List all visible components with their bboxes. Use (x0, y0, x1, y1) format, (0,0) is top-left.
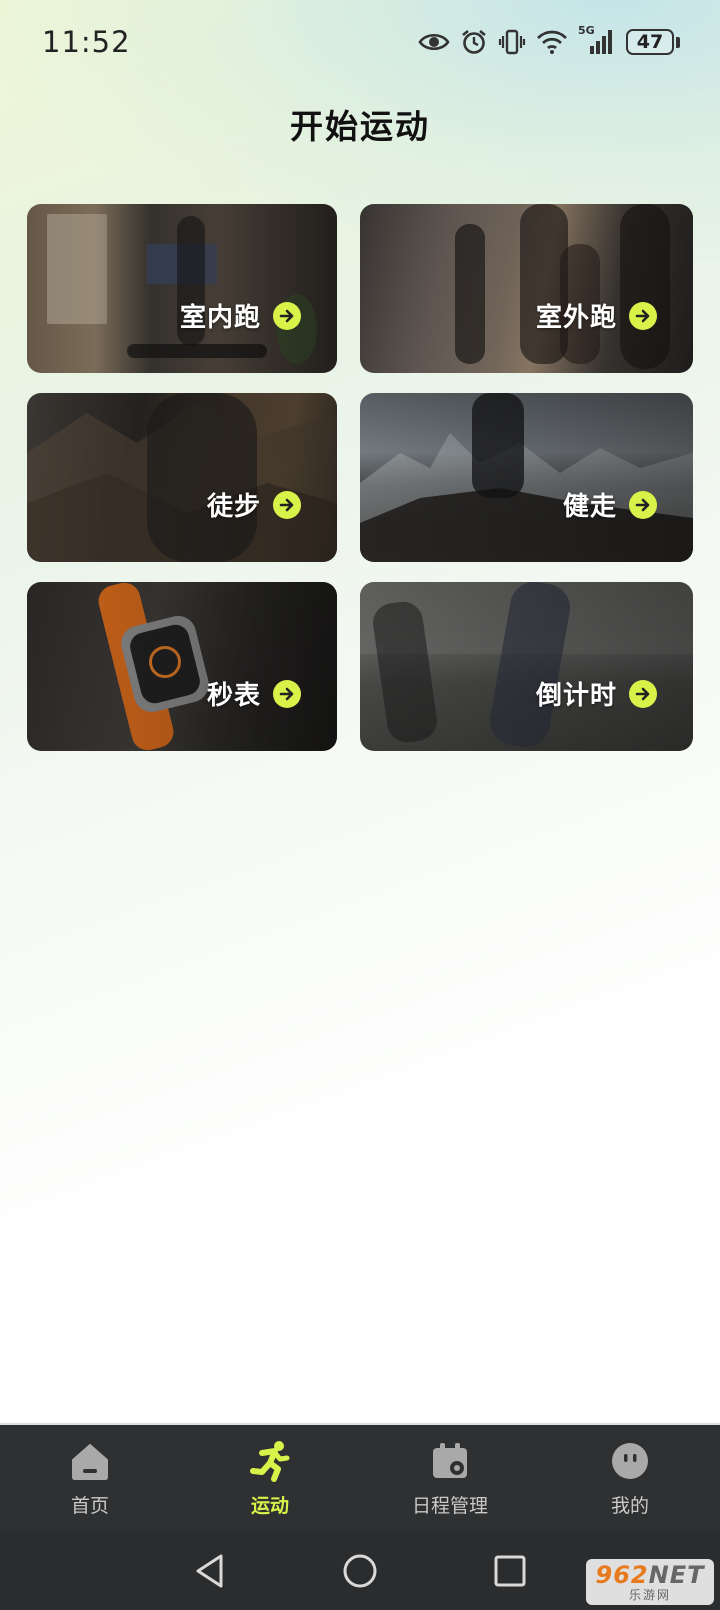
nav-item-mine[interactable]: 我的 (540, 1425, 720, 1531)
nav-label: 日程管理 (411, 1495, 488, 1517)
eye-icon (418, 33, 450, 51)
back-triangle-icon (196, 1554, 223, 1587)
arrow-right-icon (273, 301, 301, 330)
cellular-signal-icon: 5G (578, 24, 616, 56)
nav-item-home[interactable]: 首页 (0, 1425, 180, 1531)
arrow-right-icon (629, 490, 657, 519)
card-label: 倒计时 (535, 681, 617, 711)
card-brisk-walk[interactable]: 健走 (360, 393, 693, 562)
profile-face-icon (608, 1439, 652, 1483)
back-button[interactable] (135, 1553, 285, 1589)
arrow-right-icon (273, 679, 301, 708)
recents-button[interactable] (435, 1554, 585, 1588)
card-label: 室外跑 (535, 303, 617, 333)
alarm-icon (462, 29, 486, 54)
arrow-right-icon (629, 301, 657, 330)
home-system-button[interactable] (285, 1553, 435, 1589)
status-icons: 5G 47 (418, 24, 680, 56)
arrow-right-icon (629, 679, 657, 708)
nav-item-schedule[interactable]: 日程管理 (360, 1425, 540, 1531)
watermark-logo: 962NET 乐游网 (586, 1559, 714, 1605)
nav-label: 运动 (250, 1495, 289, 1517)
home-icon (68, 1439, 112, 1483)
bottom-nav: 首页 运动 日程管理 我的 (0, 1423, 720, 1531)
card-countdown[interactable]: 倒计时 (360, 582, 693, 751)
card-stopwatch[interactable]: 秒表 (27, 582, 337, 751)
status-bar: 11:52 5G 47 (0, 0, 720, 84)
card-label: 秒表 (206, 681, 261, 711)
nav-item-sport[interactable]: 运动 (180, 1425, 360, 1531)
activity-grid: 室内跑 室外跑 徒步 健走 秒表 倒计时 (27, 204, 693, 751)
calendar-icon (428, 1439, 472, 1483)
card-indoor-run[interactable]: 室内跑 (27, 204, 337, 373)
card-label: 健走 (562, 492, 617, 522)
wifi-icon (537, 30, 567, 54)
card-hiking[interactable]: 徒步 (27, 393, 337, 562)
page-title: 开始运动 (290, 107, 430, 146)
nav-label: 我的 (610, 1495, 649, 1517)
card-label: 徒步 (206, 492, 261, 522)
arrow-right-icon (273, 490, 301, 519)
vibrate-icon (498, 29, 526, 55)
nav-label: 首页 (70, 1495, 109, 1517)
battery-level: 47 (626, 29, 674, 55)
running-icon (248, 1439, 292, 1483)
status-time: 11:52 (42, 25, 131, 59)
battery-icon: 47 (626, 29, 680, 55)
watermark-sub: 乐游网 (628, 1588, 671, 1602)
watermark-suffix: NET (648, 1561, 705, 1589)
home-circle-icon (343, 1554, 377, 1587)
watermark-main: 962 (595, 1561, 649, 1589)
card-label: 室内跑 (179, 303, 261, 333)
recents-square-icon (494, 1555, 526, 1586)
card-outdoor-run[interactable]: 室外跑 (360, 204, 693, 373)
